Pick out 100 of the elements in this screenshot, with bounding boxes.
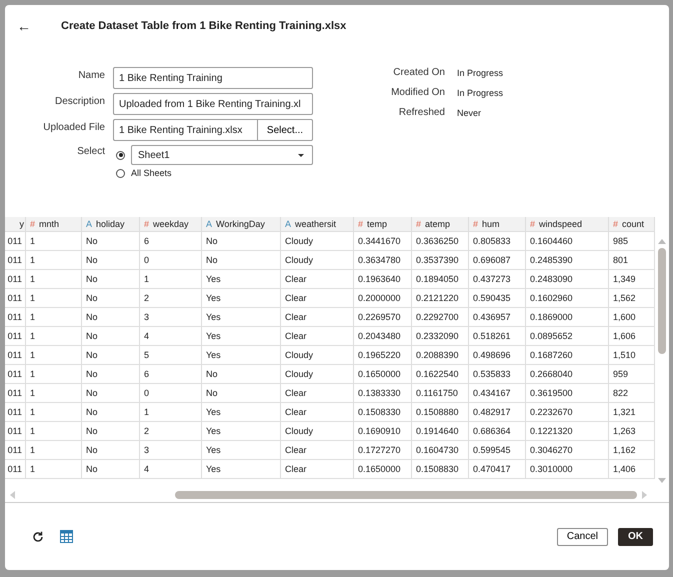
table-cell: 0.2483090 <box>526 270 609 289</box>
table-cell: 011 <box>5 365 26 384</box>
table-cell: 1,321 <box>609 403 655 422</box>
column-header[interactable]: A weathersit <box>281 217 354 232</box>
table-cell: 0.3634780 <box>354 251 412 270</box>
info-value: Never <box>457 108 482 118</box>
description-label: Description <box>54 95 105 107</box>
table-cell: Cloudy <box>281 232 354 251</box>
table-cell: 0.1650000 <box>354 460 412 479</box>
column-header[interactable]: # temp <box>354 217 412 232</box>
description-field[interactable]: Uploaded from 1 Bike Renting Training.xl <box>113 93 313 115</box>
column-header[interactable]: A holiday <box>82 217 140 232</box>
select-label: Select <box>76 145 105 157</box>
table-cell: 0 <box>140 251 202 270</box>
table-cell: Clear <box>281 270 354 289</box>
name-field[interactable]: 1 Bike Renting Training <box>113 67 313 89</box>
dialog-title: Create Dataset Table from 1 Bike Renting Training.xlsx <box>61 20 346 32</box>
table-cell: 0.2000000 <box>354 289 412 308</box>
table-cell: 0.535833 <box>469 365 526 384</box>
table-cell: No <box>82 251 140 270</box>
table-cell: 0.2332090 <box>412 327 469 346</box>
table-cell: 822 <box>609 384 655 403</box>
table-cell: 0.1687260 <box>526 346 609 365</box>
scroll-right-icon[interactable] <box>642 491 647 499</box>
info-value: In Progress <box>457 88 504 98</box>
table-cell: 1,263 <box>609 422 655 441</box>
table-cell: No <box>82 365 140 384</box>
table-cell: 0.2043480 <box>354 327 412 346</box>
table-cell: 1,162 <box>609 441 655 460</box>
table-icon[interactable] <box>60 530 73 543</box>
table-cell: 959 <box>609 365 655 384</box>
table-cell: No <box>82 327 140 346</box>
table-cell: No <box>202 365 281 384</box>
table-cell: 1 <box>26 289 82 308</box>
scroll-thumb[interactable] <box>175 491 637 499</box>
table-cell: 0.1869000 <box>526 308 609 327</box>
table-cell: 0.1508330 <box>354 403 412 422</box>
table-cell: 0.590435 <box>469 289 526 308</box>
column-header[interactable]: # windspeed <box>526 217 609 232</box>
cancel-button[interactable]: Cancel <box>556 528 608 546</box>
table-cell: 0.1604730 <box>412 441 469 460</box>
table-cell: 0.1604460 <box>526 232 609 251</box>
column-header[interactable]: A WorkingDay <box>202 217 281 232</box>
info-value: In Progress <box>457 68 504 78</box>
scroll-up-icon[interactable] <box>658 239 666 244</box>
table-cell: 0.3046270 <box>526 441 609 460</box>
column-header[interactable]: # count <box>609 217 655 232</box>
table-cell: 011 <box>5 403 26 422</box>
back-arrow-icon[interactable]: ← <box>17 18 61 34</box>
table-cell: No <box>82 422 140 441</box>
radio-button[interactable] <box>116 150 125 160</box>
table-cell: 1,510 <box>609 346 655 365</box>
table-cell: 0.2232670 <box>526 403 609 422</box>
scroll-thumb[interactable] <box>658 248 666 354</box>
table-cell: No <box>82 441 140 460</box>
table-cell: No <box>82 460 140 479</box>
column-header[interactable]: # atemp <box>412 217 469 232</box>
table-cell: 2 <box>140 289 202 308</box>
column-header[interactable]: # mnth <box>26 217 82 232</box>
column-header[interactable]: y <box>5 217 26 232</box>
table-cell: 1 <box>26 346 82 365</box>
table-cell: 011 <box>5 251 26 270</box>
table-cell: 0.1602960 <box>526 289 609 308</box>
table-cell: 0.3537390 <box>412 251 469 270</box>
caret-icon <box>298 154 304 156</box>
table-cell: 1,600 <box>609 308 655 327</box>
table-cell: 0.1914640 <box>412 422 469 441</box>
table-cell: 1,406 <box>609 460 655 479</box>
refresh-icon[interactable] <box>32 530 44 542</box>
table-cell: 0.599545 <box>469 441 526 460</box>
scroll-down-icon[interactable] <box>658 478 666 483</box>
table-cell: Yes <box>202 346 281 365</box>
column-header[interactable]: # hum <box>469 217 526 232</box>
table-cell: 011 <box>5 346 26 365</box>
table-cell: No <box>82 232 140 251</box>
table-cell: Cloudy <box>281 251 354 270</box>
table-cell: 1,606 <box>609 327 655 346</box>
table-cell: 0.1161750 <box>412 384 469 403</box>
table-cell: No <box>202 232 281 251</box>
table-cell: 0.482917 <box>469 403 526 422</box>
table-cell: Clear <box>281 441 354 460</box>
uploaded-file-field[interactable]: 1 Bike Renting Training.xlsx <box>113 119 257 141</box>
table-cell: 0.2121220 <box>412 289 469 308</box>
table-cell: 0.498696 <box>469 346 526 365</box>
table-cell: No <box>82 346 140 365</box>
table-cell: 011 <box>5 289 26 308</box>
ok-button[interactable]: OK <box>618 528 653 546</box>
sheet-dropdown[interactable]: Sheet1 <box>131 145 313 165</box>
table-cell: 0.436957 <box>469 308 526 327</box>
table-cell: No <box>82 289 140 308</box>
table-cell: 011 <box>5 384 26 403</box>
table-cell: 0.437273 <box>469 270 526 289</box>
column-header[interactable]: # weekday <box>140 217 202 232</box>
table-cell: 1 <box>26 270 82 289</box>
table-cell: 0.1622540 <box>412 365 469 384</box>
table-cell: 0.3010000 <box>526 460 609 479</box>
scroll-left-icon[interactable] <box>10 491 15 499</box>
radio-button[interactable] <box>116 168 125 178</box>
radio-label: All Sheets <box>131 168 172 178</box>
select-file-button[interactable]: Select... <box>257 119 313 141</box>
